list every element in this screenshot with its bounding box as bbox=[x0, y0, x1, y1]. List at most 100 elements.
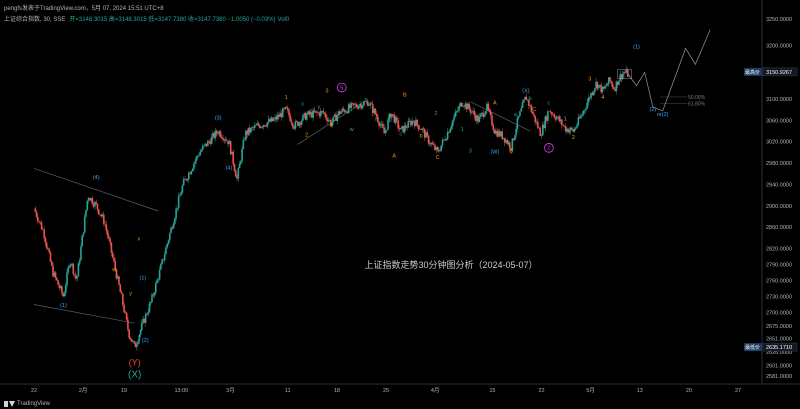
candle-body bbox=[562, 125, 564, 126]
candle-body bbox=[44, 237, 47, 243]
candle-body bbox=[453, 116, 455, 121]
candle-body bbox=[606, 83, 609, 86]
x-tick-label: 27 bbox=[735, 388, 741, 394]
candle-body bbox=[80, 246, 82, 261]
candle-body bbox=[289, 115, 292, 122]
candle-body bbox=[186, 179, 189, 181]
candle-body bbox=[56, 277, 58, 281]
candle-body bbox=[316, 111, 318, 113]
candle-body bbox=[568, 130, 571, 133]
candle-body bbox=[106, 230, 109, 237]
candle-body bbox=[232, 151, 235, 165]
wave-label: 3 bbox=[588, 76, 591, 82]
candle-body bbox=[111, 252, 114, 258]
candle-body bbox=[605, 85, 608, 87]
candle-body bbox=[573, 128, 576, 132]
wave-label: 3 bbox=[469, 148, 472, 154]
candle-body bbox=[147, 312, 149, 315]
candle-body bbox=[370, 103, 373, 105]
tradingview-logo[interactable]: TradingView bbox=[4, 401, 50, 407]
candle-body bbox=[621, 73, 624, 80]
candle-body bbox=[300, 120, 303, 125]
candle-body bbox=[175, 208, 177, 219]
candle-body bbox=[176, 208, 179, 209]
candle-body bbox=[210, 136, 213, 145]
candle-body bbox=[110, 242, 113, 253]
candle-body bbox=[483, 114, 486, 117]
x-tick-label: 13:00 bbox=[174, 388, 188, 394]
y-tick-label: 2860.0000 bbox=[766, 225, 792, 231]
candle-body bbox=[525, 96, 528, 100]
candle-body bbox=[200, 150, 203, 152]
candle-body bbox=[580, 115, 582, 119]
candle-body bbox=[613, 87, 615, 90]
candle-body bbox=[66, 272, 68, 286]
y-tick-label: 3250.0000 bbox=[766, 17, 792, 23]
x-tick-label: 15 bbox=[489, 388, 495, 394]
candle-body bbox=[574, 127, 577, 129]
candle-body bbox=[177, 196, 180, 209]
candle-body bbox=[473, 110, 476, 116]
candle-body bbox=[426, 132, 429, 136]
candle-body bbox=[583, 109, 586, 111]
candle-body bbox=[446, 131, 449, 140]
price-label-value: 2635.1710 bbox=[766, 345, 792, 351]
candle-body bbox=[445, 139, 448, 141]
candle-body bbox=[587, 97, 590, 103]
candle-body bbox=[241, 148, 243, 162]
candle-body bbox=[455, 111, 458, 113]
candle-body bbox=[488, 109, 491, 112]
candle-body bbox=[104, 223, 106, 225]
candle-body bbox=[515, 128, 517, 136]
candle-body bbox=[449, 128, 451, 133]
candle-body bbox=[264, 125, 266, 127]
candle-body bbox=[141, 322, 143, 330]
candle-body bbox=[592, 91, 595, 95]
y-tick-label: 3060.0000 bbox=[766, 118, 792, 124]
candle-body bbox=[39, 221, 42, 223]
candle-body bbox=[460, 102, 463, 107]
y-tick-label: 2980.0000 bbox=[766, 161, 792, 167]
time-axis[interactable]: 22 2月 19 13:00 3月 11 18 25 4月 15 22 5月 13 20 27 bbox=[31, 387, 741, 394]
candle-body bbox=[539, 127, 542, 136]
price-axis[interactable]: 3250.00003200.00003150.00003100.00003060… bbox=[744, 17, 798, 380]
wave-label: x bbox=[363, 100, 366, 106]
wave-label: 1 bbox=[564, 116, 567, 122]
candle-body bbox=[172, 223, 175, 229]
candle-body bbox=[61, 286, 63, 294]
candle-body bbox=[302, 114, 304, 121]
footer-bar: TradingView bbox=[0, 398, 800, 409]
y-tick-label: 2790.0000 bbox=[766, 262, 792, 268]
wave-label: w bbox=[291, 125, 296, 131]
candle-body bbox=[491, 115, 493, 126]
candle-body bbox=[105, 224, 108, 231]
candle-body bbox=[195, 156, 198, 161]
candle-body bbox=[581, 114, 583, 116]
wave-label: (W) bbox=[490, 149, 499, 155]
candle-body bbox=[242, 139, 245, 149]
price-chart[interactable]: 50.00%61.80% (4) (1) (1) (2) x w y (Y) (X) (3) (4)… bbox=[0, 0, 800, 409]
x-tick-label: 18 bbox=[334, 388, 340, 394]
candle-body bbox=[135, 344, 138, 348]
candle-body bbox=[627, 69, 629, 77]
wave-label: y bbox=[317, 105, 320, 111]
candle-body bbox=[451, 120, 454, 127]
x-tick-label: 22 bbox=[31, 388, 37, 394]
wave-label: C bbox=[532, 107, 536, 113]
candle-body bbox=[109, 238, 111, 243]
candle-body bbox=[336, 115, 339, 121]
wave-label: y bbox=[129, 291, 132, 297]
fib-level-label: 50.00% bbox=[688, 95, 706, 101]
wave-label: (1) bbox=[140, 275, 147, 281]
candle-body bbox=[179, 195, 181, 197]
candle-body bbox=[609, 77, 611, 82]
candle-body bbox=[385, 129, 388, 131]
candle-body bbox=[563, 125, 566, 127]
candle-body bbox=[196, 155, 199, 157]
price-label-name: 最低价 bbox=[745, 344, 760, 351]
candle-body bbox=[234, 170, 237, 177]
candle-body bbox=[374, 108, 377, 115]
wave-label: 5 bbox=[340, 85, 343, 91]
candle-body bbox=[125, 312, 128, 320]
wave-label: 2 bbox=[305, 132, 308, 138]
